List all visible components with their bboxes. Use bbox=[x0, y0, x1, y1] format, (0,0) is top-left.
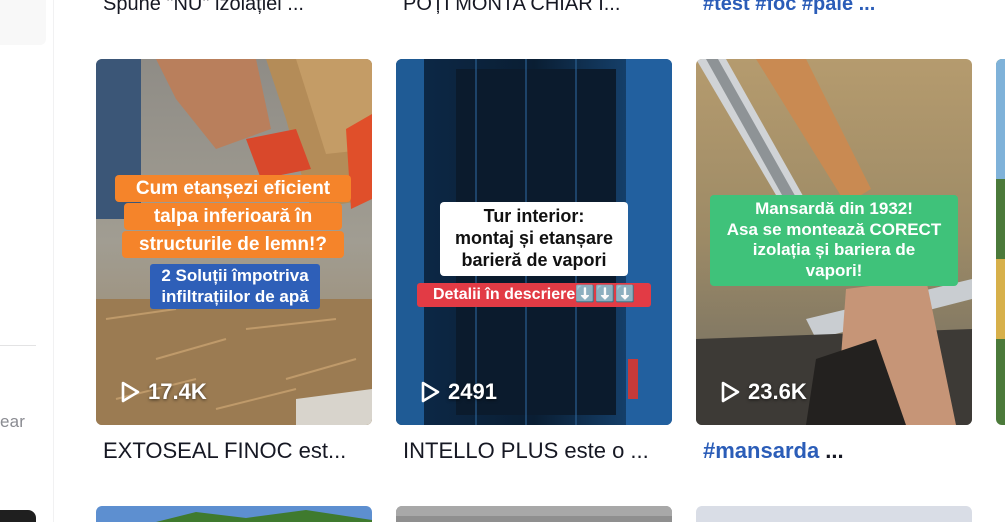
view-count-value: 23.6K bbox=[748, 379, 807, 404]
overlay-line: Asa se montează CORECT bbox=[726, 219, 942, 239]
play-icon bbox=[120, 381, 140, 403]
sidebar-divider bbox=[0, 345, 36, 346]
overlay-line: Tur interior: bbox=[483, 206, 585, 226]
video-caption-1[interactable]: EXTOSEAL FINOC est... bbox=[103, 438, 346, 464]
hashtag[interactable]: #mansarda bbox=[703, 438, 819, 463]
overlay-line: Cum etanșezi eficient bbox=[135, 178, 331, 199]
view-count-value: 17.4K bbox=[148, 379, 207, 404]
overlay-line: infiltrațiilor de apă bbox=[161, 286, 309, 306]
video-caption-3[interactable]: #mansarda ... bbox=[703, 438, 844, 464]
overlay-headline: Tur interior: montaj și etanșare barieră… bbox=[440, 202, 628, 276]
play-icon bbox=[420, 381, 440, 403]
sidebar-border bbox=[53, 0, 54, 522]
view-count: 23.6K bbox=[720, 379, 807, 405]
view-count: 17.4K bbox=[120, 379, 207, 405]
overlay-line: Detalii în descriere⬇️⬇️⬇️ bbox=[432, 286, 636, 303]
video-card-4-partial[interactable] bbox=[996, 59, 1005, 425]
caption-ellipsis: ... bbox=[819, 438, 844, 463]
play-icon bbox=[720, 381, 740, 403]
overlay-line: izolația și bariera de bbox=[752, 240, 916, 260]
video-thumbnail bbox=[996, 59, 1005, 425]
sidebar-dark-button[interactable] bbox=[0, 510, 36, 522]
overlay-headline: Cum etanșezi eficient bbox=[115, 175, 351, 203]
overlay-line: structurile de lemn!? bbox=[139, 234, 327, 255]
video-card-next-2[interactable] bbox=[396, 506, 672, 522]
overlay-headline: structurile de lemn!? bbox=[122, 231, 344, 259]
overlay-subheadline: Detalii în descriere⬇️⬇️⬇️ bbox=[417, 283, 651, 307]
video-caption-prev-2[interactable]: POȚI MONTA CHIAR Î... bbox=[403, 0, 620, 16]
video-card-1[interactable]: Cum etanșezi eficient talpa inferioară î… bbox=[96, 59, 372, 425]
view-count: 2491 bbox=[420, 379, 497, 405]
overlay-line: Mansardă din 1932! bbox=[755, 199, 913, 218]
video-thumbnail bbox=[696, 506, 972, 522]
overlay-subheadline: 2 Soluții împotriva infiltrațiilor de ap… bbox=[150, 264, 320, 310]
sidebar: ear bbox=[0, 0, 54, 522]
view-count-value: 2491 bbox=[448, 379, 497, 404]
video-caption-prev-1[interactable]: Spune "NU" izolației ... bbox=[103, 0, 304, 16]
overlay-headline: talpa inferioară în bbox=[124, 203, 342, 231]
video-thumbnail bbox=[396, 506, 672, 522]
overlay-line: vapori! bbox=[805, 261, 863, 281]
overlay-line: 2 Soluții împotriva bbox=[161, 266, 309, 285]
overlay-line: barieră de vapori bbox=[461, 249, 607, 270]
video-caption-2[interactable]: INTELLO PLUS este o ... bbox=[403, 438, 649, 464]
overlay-line: talpa inferioară în bbox=[153, 206, 313, 227]
sidebar-active-item[interactable] bbox=[0, 0, 46, 45]
sidebar-item-label[interactable]: ear bbox=[0, 412, 25, 432]
video-caption-prev-3[interactable]: #test #foc #pale ... bbox=[703, 0, 875, 16]
overlay-headline: Mansardă din 1932! Asa se montează COREC… bbox=[710, 195, 958, 286]
video-thumbnail bbox=[96, 506, 372, 522]
video-card-2[interactable]: Tur interior: montaj și etanșare barieră… bbox=[396, 59, 672, 425]
video-card-3[interactable]: Mansardă din 1932! Asa se montează COREC… bbox=[696, 59, 972, 425]
overlay-line: montaj și etanșare bbox=[454, 227, 614, 248]
video-card-next-1[interactable] bbox=[96, 506, 372, 522]
video-card-next-3[interactable] bbox=[696, 506, 972, 522]
